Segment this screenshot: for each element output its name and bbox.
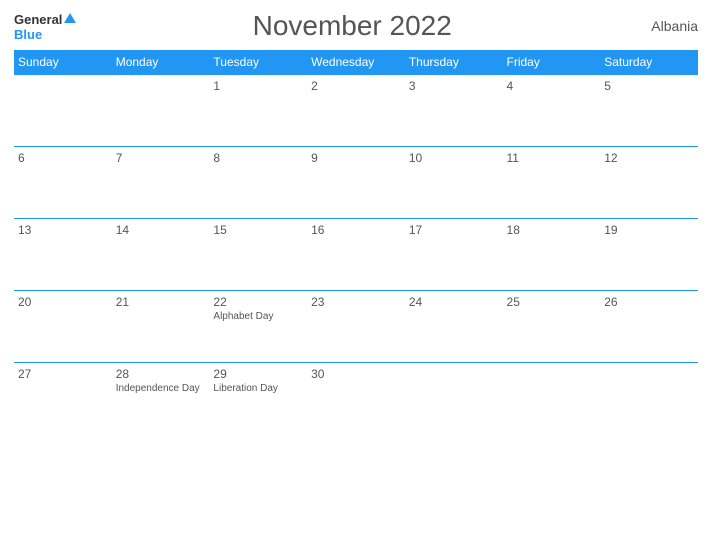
calendar-cell: 11	[503, 147, 601, 219]
calendar-cell: 30	[307, 363, 405, 435]
holiday-label: Liberation Day	[213, 383, 303, 394]
calendar-cell: 7	[112, 147, 210, 219]
day-number: 25	[507, 295, 597, 309]
calendar-cell: 26	[600, 291, 698, 363]
day-number: 14	[116, 223, 206, 237]
calendar-cell: 28 Independence Day	[112, 363, 210, 435]
calendar-table: SundayMondayTuesdayWednesdayThursdayFrid…	[14, 50, 698, 435]
day-number: 28	[116, 367, 206, 381]
holiday-label: Alphabet Day	[213, 311, 303, 322]
calendar-cell: 17	[405, 219, 503, 291]
day-number: 9	[311, 151, 401, 165]
weekday-header: Monday	[112, 50, 210, 75]
calendar-cell: 6	[14, 147, 112, 219]
calendar-week-row: 13 14 15 16 17 18 19	[14, 219, 698, 291]
calendar-cell: 23	[307, 291, 405, 363]
calendar-cell	[405, 363, 503, 435]
calendar-week-row: 20 21 22 Alphabet Day 23 24 25 26	[14, 291, 698, 363]
weekday-header: Tuesday	[209, 50, 307, 75]
calendar-cell: 18	[503, 219, 601, 291]
calendar-cell: 20	[14, 291, 112, 363]
day-number: 29	[213, 367, 303, 381]
calendar-container: General Blue November 2022 Albania Sunda…	[0, 0, 712, 550]
month-title: November 2022	[76, 10, 628, 42]
logo-general-label: General	[14, 12, 62, 27]
day-number: 30	[311, 367, 401, 381]
day-number: 13	[18, 223, 108, 237]
weekday-header: Wednesday	[307, 50, 405, 75]
day-number: 2	[311, 79, 401, 93]
holiday-label: Independence Day	[116, 383, 206, 394]
day-number: 20	[18, 295, 108, 309]
day-number: 22	[213, 295, 303, 309]
calendar-cell: 13	[14, 219, 112, 291]
day-number: 21	[116, 295, 206, 309]
logo-triangle-icon	[64, 13, 76, 23]
logo-blue-label: Blue	[14, 28, 76, 41]
day-number: 26	[604, 295, 694, 309]
weekday-header-row: SundayMondayTuesdayWednesdayThursdayFrid…	[14, 50, 698, 75]
day-number: 8	[213, 151, 303, 165]
calendar-cell	[112, 75, 210, 147]
calendar-week-row: 12345	[14, 75, 698, 147]
calendar-cell: 25	[503, 291, 601, 363]
day-number: 24	[409, 295, 499, 309]
calendar-cell: 15	[209, 219, 307, 291]
day-number: 27	[18, 367, 108, 381]
day-number: 10	[409, 151, 499, 165]
calendar-cell: 12	[600, 147, 698, 219]
calendar-cell: 14	[112, 219, 210, 291]
day-number: 11	[507, 151, 597, 165]
day-number: 12	[604, 151, 694, 165]
calendar-cell	[14, 75, 112, 147]
day-number: 19	[604, 223, 694, 237]
calendar-cell: 5	[600, 75, 698, 147]
calendar-cell: 4	[503, 75, 601, 147]
day-number: 5	[604, 79, 694, 93]
calendar-cell	[503, 363, 601, 435]
day-number: 4	[507, 79, 597, 93]
day-number: 7	[116, 151, 206, 165]
calendar-cell: 22 Alphabet Day	[209, 291, 307, 363]
calendar-cell	[600, 363, 698, 435]
calendar-week-row: 27 28 Independence Day 29 Liberation Day 30	[14, 363, 698, 435]
country-label: Albania	[628, 18, 698, 34]
day-number: 1	[213, 79, 303, 93]
day-number: 18	[507, 223, 597, 237]
weekday-header: Thursday	[405, 50, 503, 75]
day-number: 23	[311, 295, 401, 309]
calendar-cell: 8	[209, 147, 307, 219]
calendar-cell: 2	[307, 75, 405, 147]
weekday-header: Friday	[503, 50, 601, 75]
calendar-cell: 10	[405, 147, 503, 219]
day-number: 3	[409, 79, 499, 93]
day-number: 15	[213, 223, 303, 237]
calendar-cell: 21	[112, 291, 210, 363]
calendar-week-row: 6789 10 11 12	[14, 147, 698, 219]
calendar-cell: 19	[600, 219, 698, 291]
weekday-header: Sunday	[14, 50, 112, 75]
logo-general-text: General	[14, 12, 76, 28]
logo: General Blue	[14, 12, 76, 41]
weekday-header: Saturday	[600, 50, 698, 75]
calendar-cell: 29 Liberation Day	[209, 363, 307, 435]
calendar-cell: 9	[307, 147, 405, 219]
calendar-cell: 1	[209, 75, 307, 147]
day-number: 17	[409, 223, 499, 237]
day-number: 6	[18, 151, 108, 165]
calendar-cell: 16	[307, 219, 405, 291]
calendar-cell: 3	[405, 75, 503, 147]
calendar-header: General Blue November 2022 Albania	[14, 10, 698, 42]
calendar-cell: 24	[405, 291, 503, 363]
calendar-cell: 27	[14, 363, 112, 435]
day-number: 16	[311, 223, 401, 237]
